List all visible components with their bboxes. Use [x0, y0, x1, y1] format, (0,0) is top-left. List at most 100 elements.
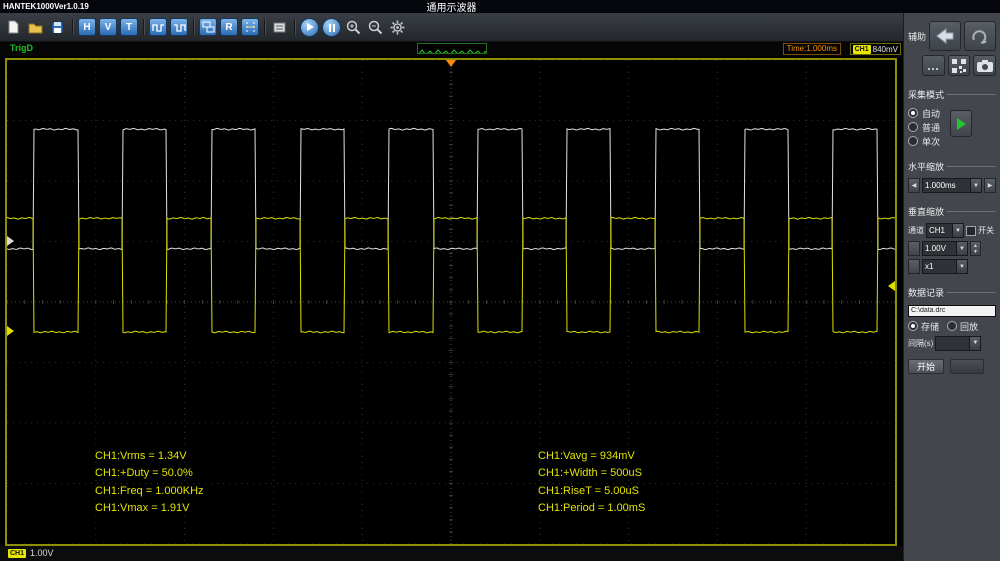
- dots-icon: [927, 58, 939, 73]
- record-path-input[interactable]: [908, 304, 996, 317]
- measurements-right-column: CH1:Vavg = 934mV CH1:+Width = 500uS CH1:…: [538, 448, 645, 518]
- acq-mode-auto-radio[interactable]: 自动: [908, 106, 940, 120]
- cursor-measure-button[interactable]: [241, 18, 259, 36]
- switch-label: 开关: [978, 226, 994, 235]
- measurement-duty: CH1:+Duty = 50.0%: [95, 467, 193, 480]
- channel-select[interactable]: CH1 ▼: [926, 223, 964, 238]
- interval-label: 间隔(s): [908, 338, 934, 348]
- measurement-vavg: CH1:Vavg = 934mV: [538, 449, 635, 462]
- volt-scale-select[interactable]: 1.00V ▼: [922, 241, 968, 256]
- window-title: 通用示波器: [426, 3, 477, 14]
- back-arrow-icon: [936, 27, 954, 45]
- ch1-badge[interactable]: CH1: [8, 548, 27, 558]
- measurement-vrms: CH1:Vrms = 1.34V: [95, 449, 187, 462]
- more-options-button[interactable]: [922, 55, 945, 76]
- chevron-down-icon[interactable]: ▼: [956, 242, 967, 255]
- pause-button[interactable]: [322, 17, 341, 37]
- toolbar-separator: [72, 19, 73, 35]
- trigger-position-marker[interactable]: [446, 59, 456, 67]
- play-button[interactable]: [300, 17, 319, 37]
- volt-scale-spinner[interactable]: ▲ ▼: [970, 241, 981, 256]
- trigger-status: TrigD: [10, 43, 34, 54]
- pause-icon: [328, 20, 336, 35]
- bottom-bar: CH1 1.00V: [0, 545, 903, 561]
- acq-mode-normal-radio[interactable]: 普通: [908, 120, 940, 134]
- measurements-left-column: CH1:Vrms = 1.34V CH1:+Duty = 50.0% CH1:F…: [95, 448, 204, 518]
- volts-per-div: 1.00V: [30, 548, 54, 559]
- channel-enable-checkbox[interactable]: [966, 225, 976, 236]
- chevron-down-icon[interactable]: ▼: [970, 179, 981, 192]
- radio-icon: [908, 108, 918, 118]
- channel-label: 通道: [908, 226, 924, 235]
- channel-badge[interactable]: CH1: [852, 44, 871, 54]
- waveform-square-button-1[interactable]: [149, 18, 167, 36]
- qr-code-button[interactable]: [947, 55, 971, 76]
- record-stop-button[interactable]: [950, 358, 985, 374]
- title-bar: HANTEK1000Ver1.0.19 通用示波器: [0, 0, 1000, 14]
- zoom-out-button[interactable]: [366, 18, 385, 37]
- timebase-decrease-button[interactable]: ◀: [908, 178, 920, 193]
- timebase-display: Time:1.000ms: [782, 43, 841, 56]
- open-folder-button[interactable]: [26, 18, 45, 37]
- zoom-in-button[interactable]: [344, 18, 363, 37]
- refresh-button[interactable]: R: [220, 18, 238, 36]
- toolbar-separator: [264, 19, 265, 35]
- oscilloscope-display: CH1:Vrms = 1.34V CH1:+Duty = 50.0% CH1:F…: [5, 57, 897, 546]
- mode-store-radio[interactable]: 存储: [908, 320, 939, 333]
- timebase-value: Time:1.000ms: [786, 44, 837, 54]
- radio-icon: [947, 321, 958, 331]
- interval-select[interactable]: ▼: [935, 335, 982, 351]
- trigger-menu-button[interactable]: T: [120, 18, 138, 36]
- play-icon: [307, 23, 314, 31]
- trigger-level-value: 840mV: [872, 44, 898, 54]
- waveform-preview[interactable]: [416, 43, 487, 55]
- channel-readout: CH1 840mV: [849, 43, 901, 56]
- measurement-width: CH1:+Width = 500uS: [538, 467, 642, 480]
- chevron-down-icon[interactable]: ▼: [952, 224, 963, 237]
- gear-icon: [390, 20, 405, 34]
- acquisition-section-header: 采集模式: [908, 88, 996, 101]
- auto-measure-button[interactable]: [270, 18, 289, 37]
- waveform-square-button-2[interactable]: [170, 18, 188, 36]
- qr-code-icon: [952, 58, 966, 73]
- mode-playback-radio[interactable]: 回放: [947, 320, 978, 333]
- horizontal-menu-button[interactable]: H: [78, 18, 96, 36]
- volt-scale-side-button[interactable]: [908, 241, 920, 256]
- radio-icon: [908, 136, 918, 146]
- ch2-ground-marker[interactable]: [7, 235, 14, 246]
- zoom-out-icon: [368, 20, 383, 34]
- radio-icon: [908, 321, 918, 331]
- chevron-down-icon[interactable]: ▼: [969, 336, 981, 350]
- new-file-button[interactable]: [4, 18, 23, 37]
- radio-icon: [908, 122, 918, 132]
- green-play-icon: [956, 117, 966, 130]
- probe-side-button[interactable]: [908, 259, 920, 274]
- preview-trace-icon: [418, 49, 486, 54]
- horizontal-section-header: 水平缩放: [908, 160, 996, 173]
- settings-gear-button[interactable]: [388, 18, 407, 37]
- trigger-level-marker[interactable]: [888, 280, 895, 291]
- record-start-button[interactable]: 开始: [908, 358, 945, 374]
- control-panel: 辅助 采集模式 自动 普通 单次 水平缩放 ◀ 1.000ms ▼ ▶ 垂直缩放 …: [903, 13, 1000, 561]
- chevron-down-icon[interactable]: ▼: [956, 260, 967, 273]
- toolbar-separator: [143, 19, 144, 35]
- vertical-menu-button[interactable]: V: [99, 18, 117, 36]
- toolbar-separator: [193, 19, 194, 35]
- timebase-increase-button[interactable]: ▶: [984, 178, 996, 193]
- toolbar-separator: [294, 19, 295, 35]
- save-button[interactable]: [48, 18, 67, 37]
- probe-select[interactable]: x1 ▼: [922, 259, 968, 274]
- window-tiles-button[interactable]: [199, 18, 217, 36]
- camera-icon: [976, 59, 993, 72]
- run-stop-button[interactable]: [950, 110, 973, 137]
- measurement-freq: CH1:Freq = 1.000KHz: [95, 484, 204, 497]
- acq-mode-single-radio[interactable]: 单次: [908, 134, 940, 148]
- redo-button[interactable]: [964, 21, 997, 51]
- measurement-vmax: CH1:Vmax = 1.91V: [95, 502, 190, 515]
- app-version-label: HANTEK1000Ver1.0.19: [3, 2, 89, 11]
- timebase-select[interactable]: 1.000ms ▼: [922, 178, 982, 193]
- ch1-ground-marker[interactable]: [7, 325, 14, 336]
- back-button[interactable]: [929, 21, 962, 51]
- screenshot-camera-button[interactable]: [973, 55, 997, 76]
- scope-area: CH1:Vrms = 1.34V CH1:+Duty = 50.0% CH1:F…: [0, 55, 903, 546]
